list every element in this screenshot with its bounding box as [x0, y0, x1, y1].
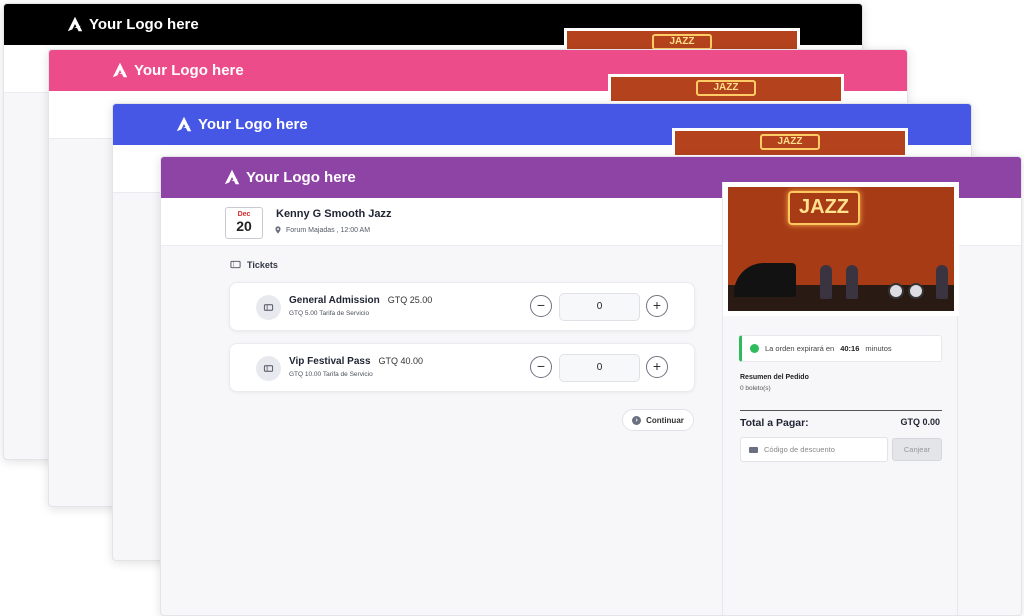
ticket-icon — [263, 365, 274, 372]
quantity-input[interactable]: 0 — [559, 354, 640, 382]
order-summary-title: Resumen del Pedido — [740, 374, 809, 381]
location-pin-icon — [275, 226, 281, 234]
continue-button[interactable]: › Continuar — [622, 409, 694, 431]
order-timer: La orden expirará en 40:16 minutos — [739, 335, 942, 362]
order-summary-count: 0 boleto(s) — [740, 385, 771, 392]
logo-icon — [67, 16, 83, 32]
date-day: 20 — [236, 218, 252, 234]
decrease-quantity-button[interactable]: − — [530, 356, 552, 378]
date-month: Dec — [237, 211, 251, 218]
logo-text: Your Logo here — [246, 168, 356, 186]
ticket-name-text: Vip Festival Pass — [289, 356, 371, 367]
increase-quantity-button[interactable]: + — [646, 356, 668, 378]
musician-figure — [820, 265, 832, 299]
drum — [888, 283, 904, 299]
ticket-icon — [230, 260, 241, 269]
total-value: GTQ 0.00 — [900, 417, 940, 427]
ticket-fee: GTQ 5.00 Tarifa de Servicio — [289, 310, 370, 317]
event-header: Dec 20 Kenny G Smooth Jazz Forum Majadas… — [161, 198, 721, 246]
logo-icon — [224, 169, 240, 185]
brand-logo[interactable]: Your Logo here — [66, 15, 199, 33]
logo-icon — [176, 116, 192, 132]
tag-icon — [749, 446, 758, 453]
neon-sign: JAZZ — [760, 134, 820, 150]
ticket-card-vip: Vip Festival Pass GTQ 40.00 GTQ 10.00 Tar… — [229, 343, 695, 392]
event-location-text: Forum Majadas , 12:00 AM — [286, 226, 371, 234]
arrow-right-icon: › — [632, 415, 642, 425]
logo-text: Your Logo here — [198, 115, 308, 133]
quantity-input[interactable]: 0 — [559, 293, 640, 321]
ticket-price: GTQ 25.00 — [387, 295, 433, 305]
timer-value: 40:16 — [840, 344, 860, 353]
ticket-name: Vip Festival Pass GTQ 40.00 — [289, 356, 423, 367]
logo-icon — [112, 62, 128, 78]
divider — [740, 410, 942, 411]
increase-quantity-button[interactable]: + — [646, 295, 668, 317]
neon-sign: JAZZ — [652, 34, 712, 50]
ticket-card-general: General Admission GTQ 25.00 GTQ 5.00 Tari… — [229, 282, 695, 331]
event-title: Kenny G Smooth Jazz — [276, 208, 392, 220]
ticket-price: GTQ 40.00 — [378, 356, 424, 366]
event-photo: JAZZ — [672, 128, 908, 158]
ticket-type-icon — [256, 356, 281, 381]
order-sidebar: JAZZ La orden expirará en 40:16 minutos … — [722, 182, 959, 615]
ticket-name: General Admission GTQ 25.00 — [289, 295, 432, 306]
redeem-button[interactable]: Canjear — [892, 438, 942, 461]
ticket-name-text: General Admission — [289, 295, 380, 306]
neon-jazz-sign: JAZZ — [788, 191, 860, 225]
ticket-type-icon — [256, 295, 281, 320]
neon-sign: JAZZ — [696, 80, 756, 96]
brand-logo[interactable]: Your Logo here — [111, 61, 244, 79]
musician-figure — [936, 265, 948, 299]
tickets-heading-text: Tickets — [247, 259, 278, 270]
discount-placeholder: Código de descuento — [764, 445, 835, 454]
drum — [908, 283, 924, 299]
event-photo: JAZZ — [723, 182, 959, 316]
tickets-heading: Tickets — [230, 259, 278, 270]
continue-label: Continuar — [646, 415, 684, 425]
total-label: Total a Pagar: — [740, 417, 809, 429]
event-location: Forum Majadas , 12:00 AM — [274, 226, 370, 234]
grand-piano — [734, 263, 796, 297]
discount-code-field[interactable]: Código de descuento — [740, 437, 888, 462]
timer-prefix: La orden expirará en — [765, 344, 835, 353]
logo-text: Your Logo here — [89, 15, 199, 33]
date-badge: Dec 20 — [225, 207, 263, 239]
ticket-icon — [263, 304, 274, 311]
decrease-quantity-button[interactable]: − — [530, 295, 552, 317]
brand-logo[interactable]: Your Logo here — [175, 115, 308, 133]
ticket-fee: GTQ 10.00 Tarifa de Servicio — [289, 371, 373, 378]
event-photo: JAZZ — [608, 74, 844, 104]
clock-icon — [750, 344, 759, 353]
musician-figure — [846, 265, 858, 299]
brand-logo[interactable]: Your Logo here — [223, 168, 356, 186]
logo-text: Your Logo here — [134, 61, 244, 79]
browser-window-purple: Your Logo here Dec 20 Kenny G Smooth Jaz… — [160, 156, 1022, 616]
timer-suffix: minutos — [865, 344, 892, 353]
